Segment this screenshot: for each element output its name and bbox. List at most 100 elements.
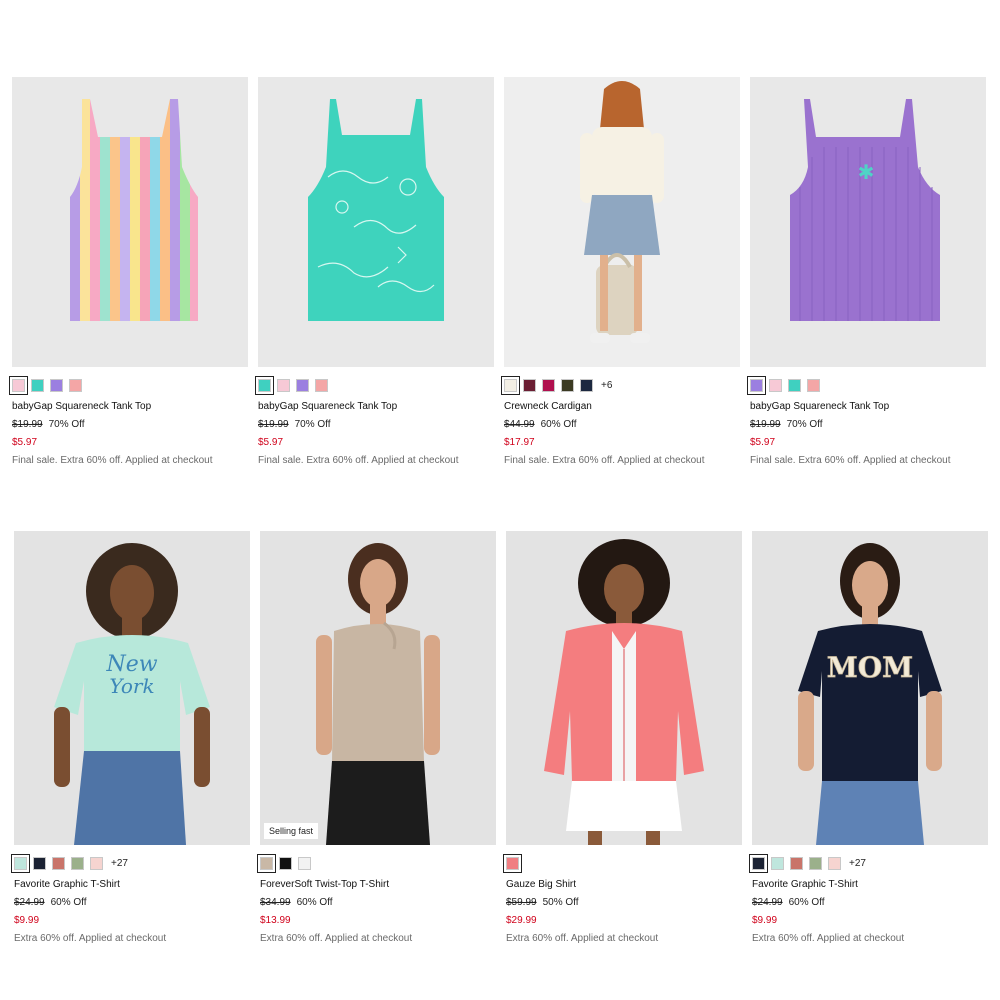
product-title[interactable]: babyGap Squareneck Tank Top <box>258 401 494 412</box>
color-swatch[interactable] <box>790 856 803 870</box>
color-swatch[interactable] <box>503 853 522 873</box>
color-swatch[interactable] <box>542 378 555 392</box>
product-card[interactable]: Selling fast ForeverSoft Twist-Top T-Shi… <box>257 531 496 944</box>
product-title[interactable]: Favorite Graphic T-Shirt <box>14 879 250 890</box>
product-card[interactable]: New York +27 Favorite Graphic T-Shirt $2… <box>11 531 250 944</box>
color-swatch[interactable] <box>255 375 274 395</box>
color-swatch[interactable] <box>523 378 536 392</box>
promo-note: Extra 60% off. Applied at checkout <box>506 933 659 944</box>
svg-text:York: York <box>109 674 154 698</box>
promo-note: Extra 60% off. Applied at checkout <box>260 933 413 944</box>
original-price: $19.99 <box>12 419 43 430</box>
product-card[interactable]: babyGap Squareneck Tank Top $19.99 70% Of… <box>9 77 248 466</box>
color-swatch[interactable] <box>31 378 44 392</box>
color-swatch[interactable] <box>277 378 290 392</box>
color-swatch[interactable] <box>769 378 782 392</box>
color-swatch[interactable] <box>9 375 28 395</box>
color-swatch[interactable] <box>257 853 276 873</box>
product-title[interactable]: Favorite Graphic T-Shirt <box>752 879 988 890</box>
product-card[interactable]: +6 Crewneck Cardigan $44.99 60% Off $17.9… <box>501 77 740 466</box>
color-swatch[interactable] <box>809 856 822 870</box>
twist-top-model-image <box>316 543 440 845</box>
discount-percent: 70% Off <box>786 419 823 430</box>
product-card[interactable]: ✱ babyGap Squareneck Tank Top $19.99 70% … <box>747 77 986 466</box>
color-swatch[interactable] <box>71 856 84 870</box>
promo-note: Final sale. Extra 60% off. Applied at ch… <box>750 455 951 466</box>
product-title[interactable]: Gauze Big Shirt <box>506 879 742 890</box>
color-swatch[interactable] <box>11 853 30 873</box>
product-image[interactable] <box>12 77 248 367</box>
color-swatch[interactable] <box>296 378 309 392</box>
original-price: $24.99 <box>752 897 783 908</box>
color-swatches: +6 <box>501 375 740 395</box>
product-title[interactable]: babyGap Squareneck Tank Top <box>12 401 248 412</box>
color-swatch[interactable] <box>90 856 103 870</box>
sale-price: $17.97 <box>504 437 535 448</box>
price-row: $24.99 60% Off <box>14 897 250 908</box>
original-price: $44.99 <box>504 419 535 430</box>
color-swatch[interactable] <box>828 856 841 870</box>
discount-percent: 60% Off <box>540 419 577 430</box>
sale-price: $29.99 <box>506 915 537 926</box>
graphic-tshirt-model-image: New York <box>54 543 210 845</box>
product-image[interactable] <box>258 77 494 367</box>
product-title[interactable]: Crewneck Cardigan <box>504 401 740 412</box>
product-card[interactable]: Gauze Big Shirt $59.99 50% Off $29.99 Ext… <box>503 531 742 944</box>
color-swatch[interactable] <box>561 378 574 392</box>
selling-fast-badge: Selling fast <box>264 823 319 839</box>
product-image[interactable] <box>504 77 740 367</box>
promo-note: Final sale. Extra 60% off. Applied at ch… <box>504 455 705 466</box>
promo-note: Final sale. Extra 60% off. Applied at ch… <box>12 455 213 466</box>
product-image[interactable]: ✱ <box>750 77 986 367</box>
price-row: $19.99 70% Off <box>750 419 986 430</box>
original-price: $19.99 <box>750 419 781 430</box>
original-price: $24.99 <box>14 897 45 908</box>
color-swatch[interactable] <box>788 378 801 392</box>
product-title[interactable]: ForeverSoft Twist-Top T-Shirt <box>260 879 496 890</box>
price-row: $19.99 70% Off <box>258 419 494 430</box>
promo-note: Extra 60% off. Applied at checkout <box>14 933 167 944</box>
color-swatch[interactable] <box>771 856 784 870</box>
color-swatch[interactable] <box>807 378 820 392</box>
discount-percent: 50% Off <box>542 897 579 908</box>
color-swatch[interactable] <box>33 856 46 870</box>
product-image[interactable]: Selling fast <box>260 531 496 845</box>
price-row: $34.99 60% Off <box>260 897 496 908</box>
color-swatch[interactable] <box>298 856 311 870</box>
more-colors-count[interactable]: +6 <box>601 380 612 391</box>
price-row: $44.99 60% Off <box>504 419 740 430</box>
product-card[interactable]: MOM +27 Favorite Graphic T-Shirt $24.99 6… <box>749 531 988 944</box>
sale-price: $5.97 <box>750 437 776 448</box>
color-swatches <box>503 853 742 873</box>
product-title[interactable]: babyGap Squareneck Tank Top <box>750 401 986 412</box>
color-swatch[interactable] <box>749 853 768 873</box>
price-row: $24.99 60% Off <box>752 897 988 908</box>
cardigan-model-image <box>580 81 664 343</box>
color-swatch[interactable] <box>580 378 593 392</box>
color-swatch[interactable] <box>501 375 520 395</box>
promo-note: Extra 60% off. Applied at checkout <box>752 933 905 944</box>
svg-text:MOM: MOM <box>827 651 913 684</box>
price-row: $59.99 50% Off <box>506 897 742 908</box>
color-swatches <box>255 375 494 395</box>
color-swatch[interactable] <box>747 375 766 395</box>
product-card[interactable]: babyGap Squareneck Tank Top $19.99 70% Of… <box>255 77 494 466</box>
color-swatch[interactable] <box>50 378 63 392</box>
color-swatch[interactable] <box>52 856 65 870</box>
color-swatch[interactable] <box>69 378 82 392</box>
color-swatches: +27 <box>11 853 250 873</box>
striped-tank-top-image <box>70 99 198 321</box>
product-image[interactable] <box>506 531 742 845</box>
color-swatches <box>747 375 986 395</box>
more-colors-count[interactable]: +27 <box>111 858 128 869</box>
product-image[interactable]: MOM <box>752 531 988 845</box>
sale-price: $9.99 <box>14 915 40 926</box>
product-image[interactable]: New York <box>14 531 250 845</box>
discount-percent: 60% Off <box>50 897 87 908</box>
gauze-shirt-model-image <box>544 539 704 845</box>
color-swatch[interactable] <box>279 856 292 870</box>
mom-tshirt-model-image: MOM <box>798 543 942 845</box>
discount-percent: 60% Off <box>296 897 333 908</box>
color-swatch[interactable] <box>315 378 328 392</box>
more-colors-count[interactable]: +27 <box>849 858 866 869</box>
